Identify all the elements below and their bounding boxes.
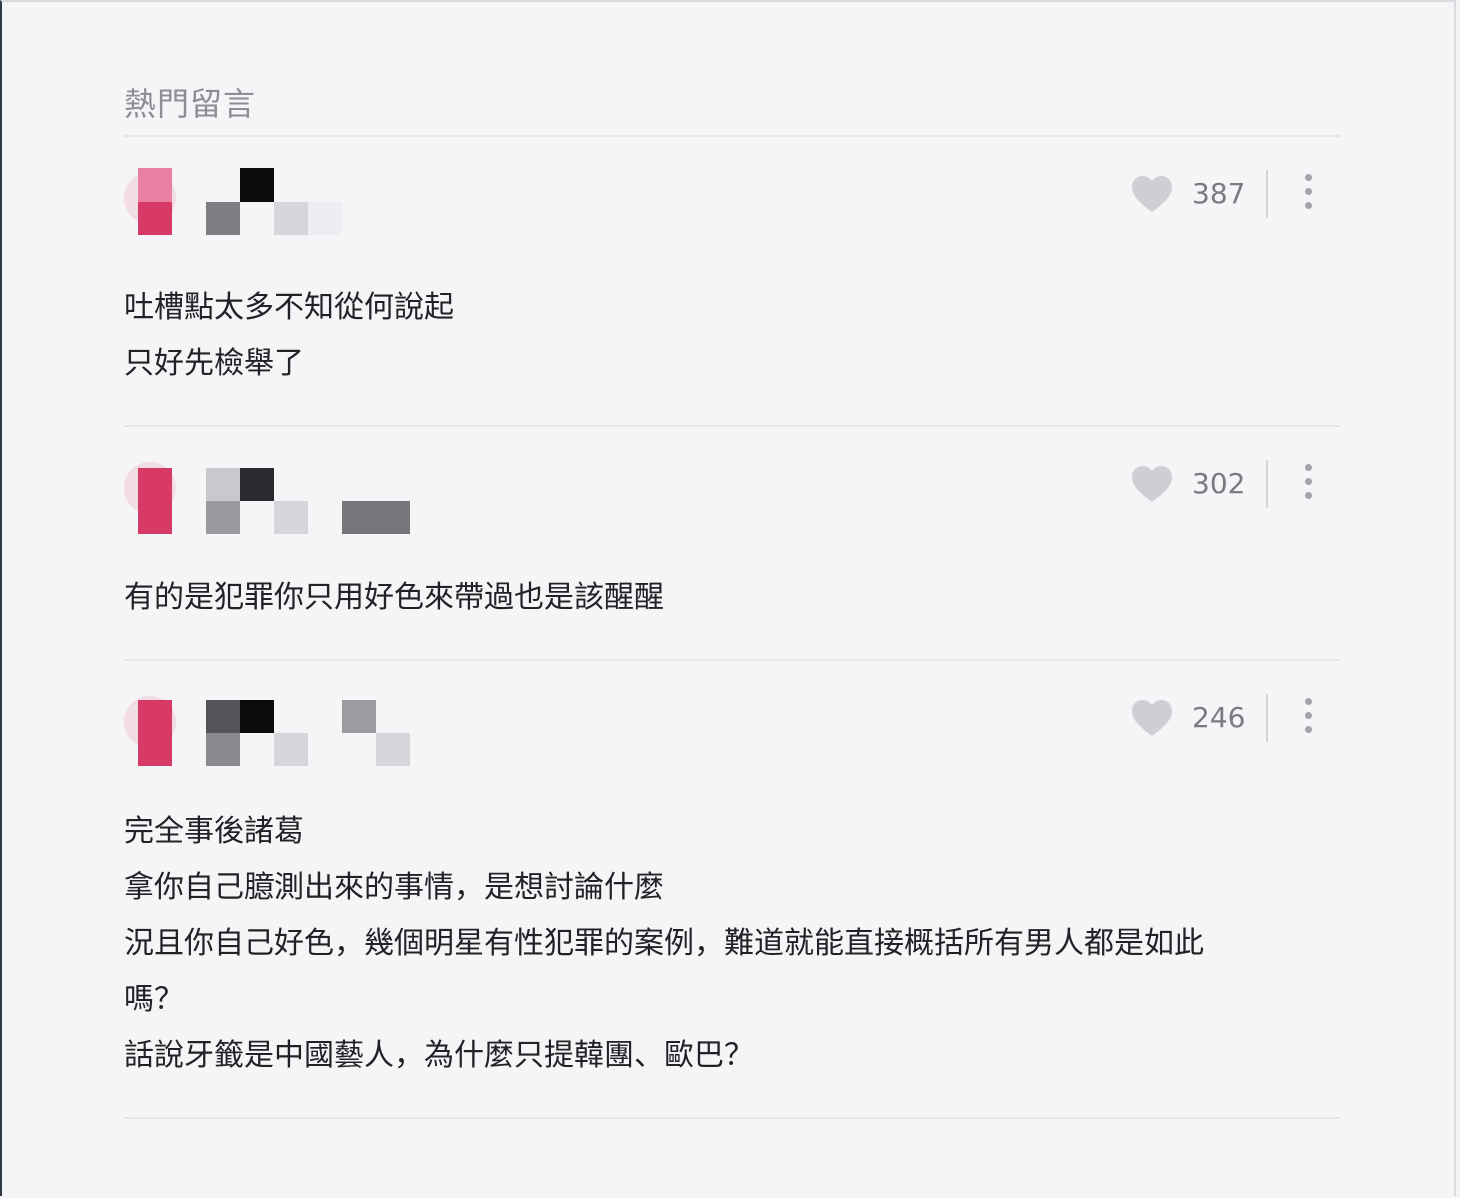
comment-text: 吐槽點太多不知從何說起 只好先檢舉了 xyxy=(124,280,1324,392)
like-count: 246 xyxy=(1192,701,1246,734)
comment-item: 387 吐槽點太多不知從何說起 只好先檢舉了 xyxy=(124,158,1340,428)
separator xyxy=(1266,460,1268,508)
comment-line: 吐槽點太多不知從何說起 xyxy=(124,290,454,325)
comment-item: 246 完全事後諸葛拿你自己臆測出來的事情，是想討論什麼況且你自己好色，幾個明星… xyxy=(124,682,1340,1122)
like-group: 246 xyxy=(1130,694,1340,744)
comment-line: 有的是犯罪你只用好色來帶過也是該醒醒 xyxy=(124,580,664,615)
more-vertical-icon[interactable] xyxy=(1302,462,1314,502)
comment-item: 302 有的是犯罪你只用好色來帶過也是該醒醒 xyxy=(124,448,1340,662)
like-count: 302 xyxy=(1192,467,1246,500)
author-info-redacted[interactable] xyxy=(124,158,444,235)
divider xyxy=(124,425,1340,427)
more-vertical-icon[interactable] xyxy=(1302,172,1314,212)
comment-line: 況且你自己好色，幾個明星有性犯罪的案例，難道就能直接概括所有男人都是如此 xyxy=(124,926,1204,961)
comment-line: 完全事後諸葛 xyxy=(124,814,304,849)
divider xyxy=(124,135,1340,137)
like-group: 387 xyxy=(1130,170,1340,220)
heart-icon[interactable] xyxy=(1130,698,1174,738)
like-count: 387 xyxy=(1192,177,1246,210)
heart-icon[interactable] xyxy=(1130,174,1174,214)
author-info-redacted[interactable] xyxy=(124,448,444,534)
comment-line: 只好先檢舉了 xyxy=(124,346,304,381)
heart-icon[interactable] xyxy=(1130,464,1174,504)
like-group: 302 xyxy=(1130,460,1340,510)
divider xyxy=(124,659,1340,661)
section-title: 熱門留言 xyxy=(124,85,257,123)
author-info-redacted[interactable] xyxy=(124,682,444,766)
more-vertical-icon[interactable] xyxy=(1302,696,1314,736)
comment-text: 有的是犯罪你只用好色來帶過也是該醒醒 xyxy=(124,570,1324,626)
comments-panel: 熱門留言 387 吐槽點太多不知從何說起 只好先檢舉了 302 有的是犯罪你只用… xyxy=(0,0,1456,1196)
separator xyxy=(1266,170,1268,218)
comment-line: 拿你自己臆測出來的事情，是想討論什麼 xyxy=(124,870,664,905)
divider xyxy=(124,1117,1340,1119)
comment-line: 話說牙籤是中國藝人，為什麼只提韓團、歐巴？ xyxy=(124,1038,754,1073)
comment-text: 完全事後諸葛拿你自己臆測出來的事情，是想討論什麼況且你自己好色，幾個明星有性犯罪… xyxy=(124,804,1324,1084)
comment-line: 嗎？ xyxy=(124,982,184,1017)
separator xyxy=(1266,694,1268,742)
